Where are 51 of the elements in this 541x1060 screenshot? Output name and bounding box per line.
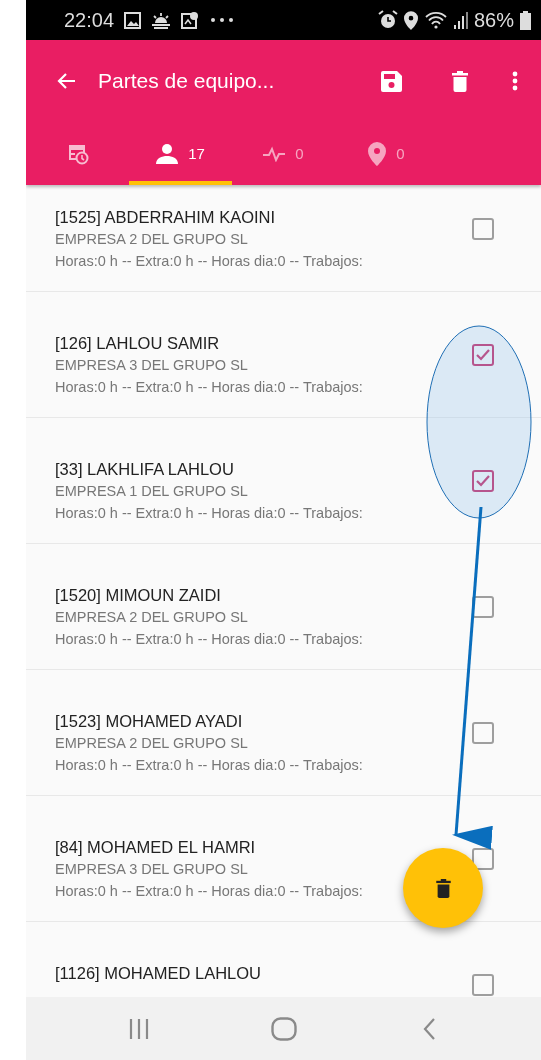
screen-title: Partes de equipo... [98, 69, 276, 93]
hours-summary: Horas:0 h -- Extra:0 h -- Horas dia:0 -- Trabajos: [55, 378, 363, 397]
company-name: EMPRESA 2 DEL GRUPO SL [55, 230, 248, 249]
worker-name: [1523] MOHAMED AYADI [55, 711, 243, 732]
trash-icon [452, 70, 468, 92]
recent-apps-icon [127, 1017, 150, 1040]
pulse-icon [263, 145, 286, 162]
signal-icon [453, 11, 468, 29]
battery-percent: 86% [473, 8, 514, 32]
company-name: EMPRESA 2 DEL GRUPO SL [55, 734, 248, 753]
checkbox[interactable] [472, 217, 494, 240]
worker-name: [84] MOHAMED EL HAMRI [55, 837, 256, 858]
back-chevron-icon [422, 1017, 435, 1040]
map-icon [181, 11, 200, 29]
back-arrow-icon [56, 72, 76, 90]
wifi-icon [423, 11, 448, 29]
company-name: EMPRESA 3 DEL GRUPO SL [55, 356, 248, 375]
hours-summary: Horas:0 h -- Extra:0 h -- Horas dia:0 -- Trabajos: [55, 756, 363, 775]
company-name: EMPRESA 3 DEL GRUPO SL [55, 860, 248, 879]
checkbox[interactable] [472, 595, 494, 618]
hours-summary: Horas:0 h -- Extra:0 h -- Horas dia:0 -- Trabajos: [55, 252, 363, 271]
location-pin-icon [403, 10, 418, 30]
checkbox[interactable] [472, 847, 494, 870]
tab[interactable]: 0 [232, 122, 335, 185]
hours-summary: Horas:0 h -- Extra:0 h -- Horas dia:0 -- Trabajos: [55, 882, 363, 901]
more-vertical-icon [512, 71, 518, 91]
calendar-clock-icon [66, 142, 89, 165]
worker-name: [1525] ABDERRAHIM KAOINI [55, 207, 276, 228]
worker-name: [1126] MOHAMED LAHLOU [55, 963, 261, 984]
location-pin-icon [368, 141, 387, 166]
checkbox[interactable] [472, 973, 494, 996]
person-icon [156, 143, 179, 164]
checkbox[interactable] [472, 469, 494, 492]
worker-name: [1520] MIMOUN ZAIDI [55, 585, 221, 606]
trash-icon [435, 878, 451, 898]
home-icon [270, 1016, 297, 1041]
clock-time: 22:04 [64, 8, 115, 32]
more-dots-icon [209, 17, 236, 23]
company-name: EMPRESA 2 DEL GRUPO SL [55, 608, 248, 627]
checkbox[interactable] [472, 721, 494, 744]
alarm-clock-icon [377, 10, 398, 30]
sunrise-icon [151, 11, 172, 29]
company-name: EMPRESA 1 DEL GRUPO SL [55, 482, 248, 501]
hours-summary: Horas:0 h -- Extra:0 h -- Horas dia:0 -- Trabajos: [55, 630, 363, 649]
battery-icon [520, 10, 531, 30]
image-icon [124, 11, 142, 29]
checkbox[interactable] [472, 343, 494, 366]
tab[interactable]: 0 [335, 122, 438, 185]
hours-summary: Horas:0 h -- Extra:0 h -- Horas dia:0 -- Trabajos: [55, 504, 363, 523]
worker-name: [33] LAKHLIFA LAHLOU [55, 459, 234, 480]
worker-name: [126] LAHLOU SAMIR [55, 333, 220, 354]
